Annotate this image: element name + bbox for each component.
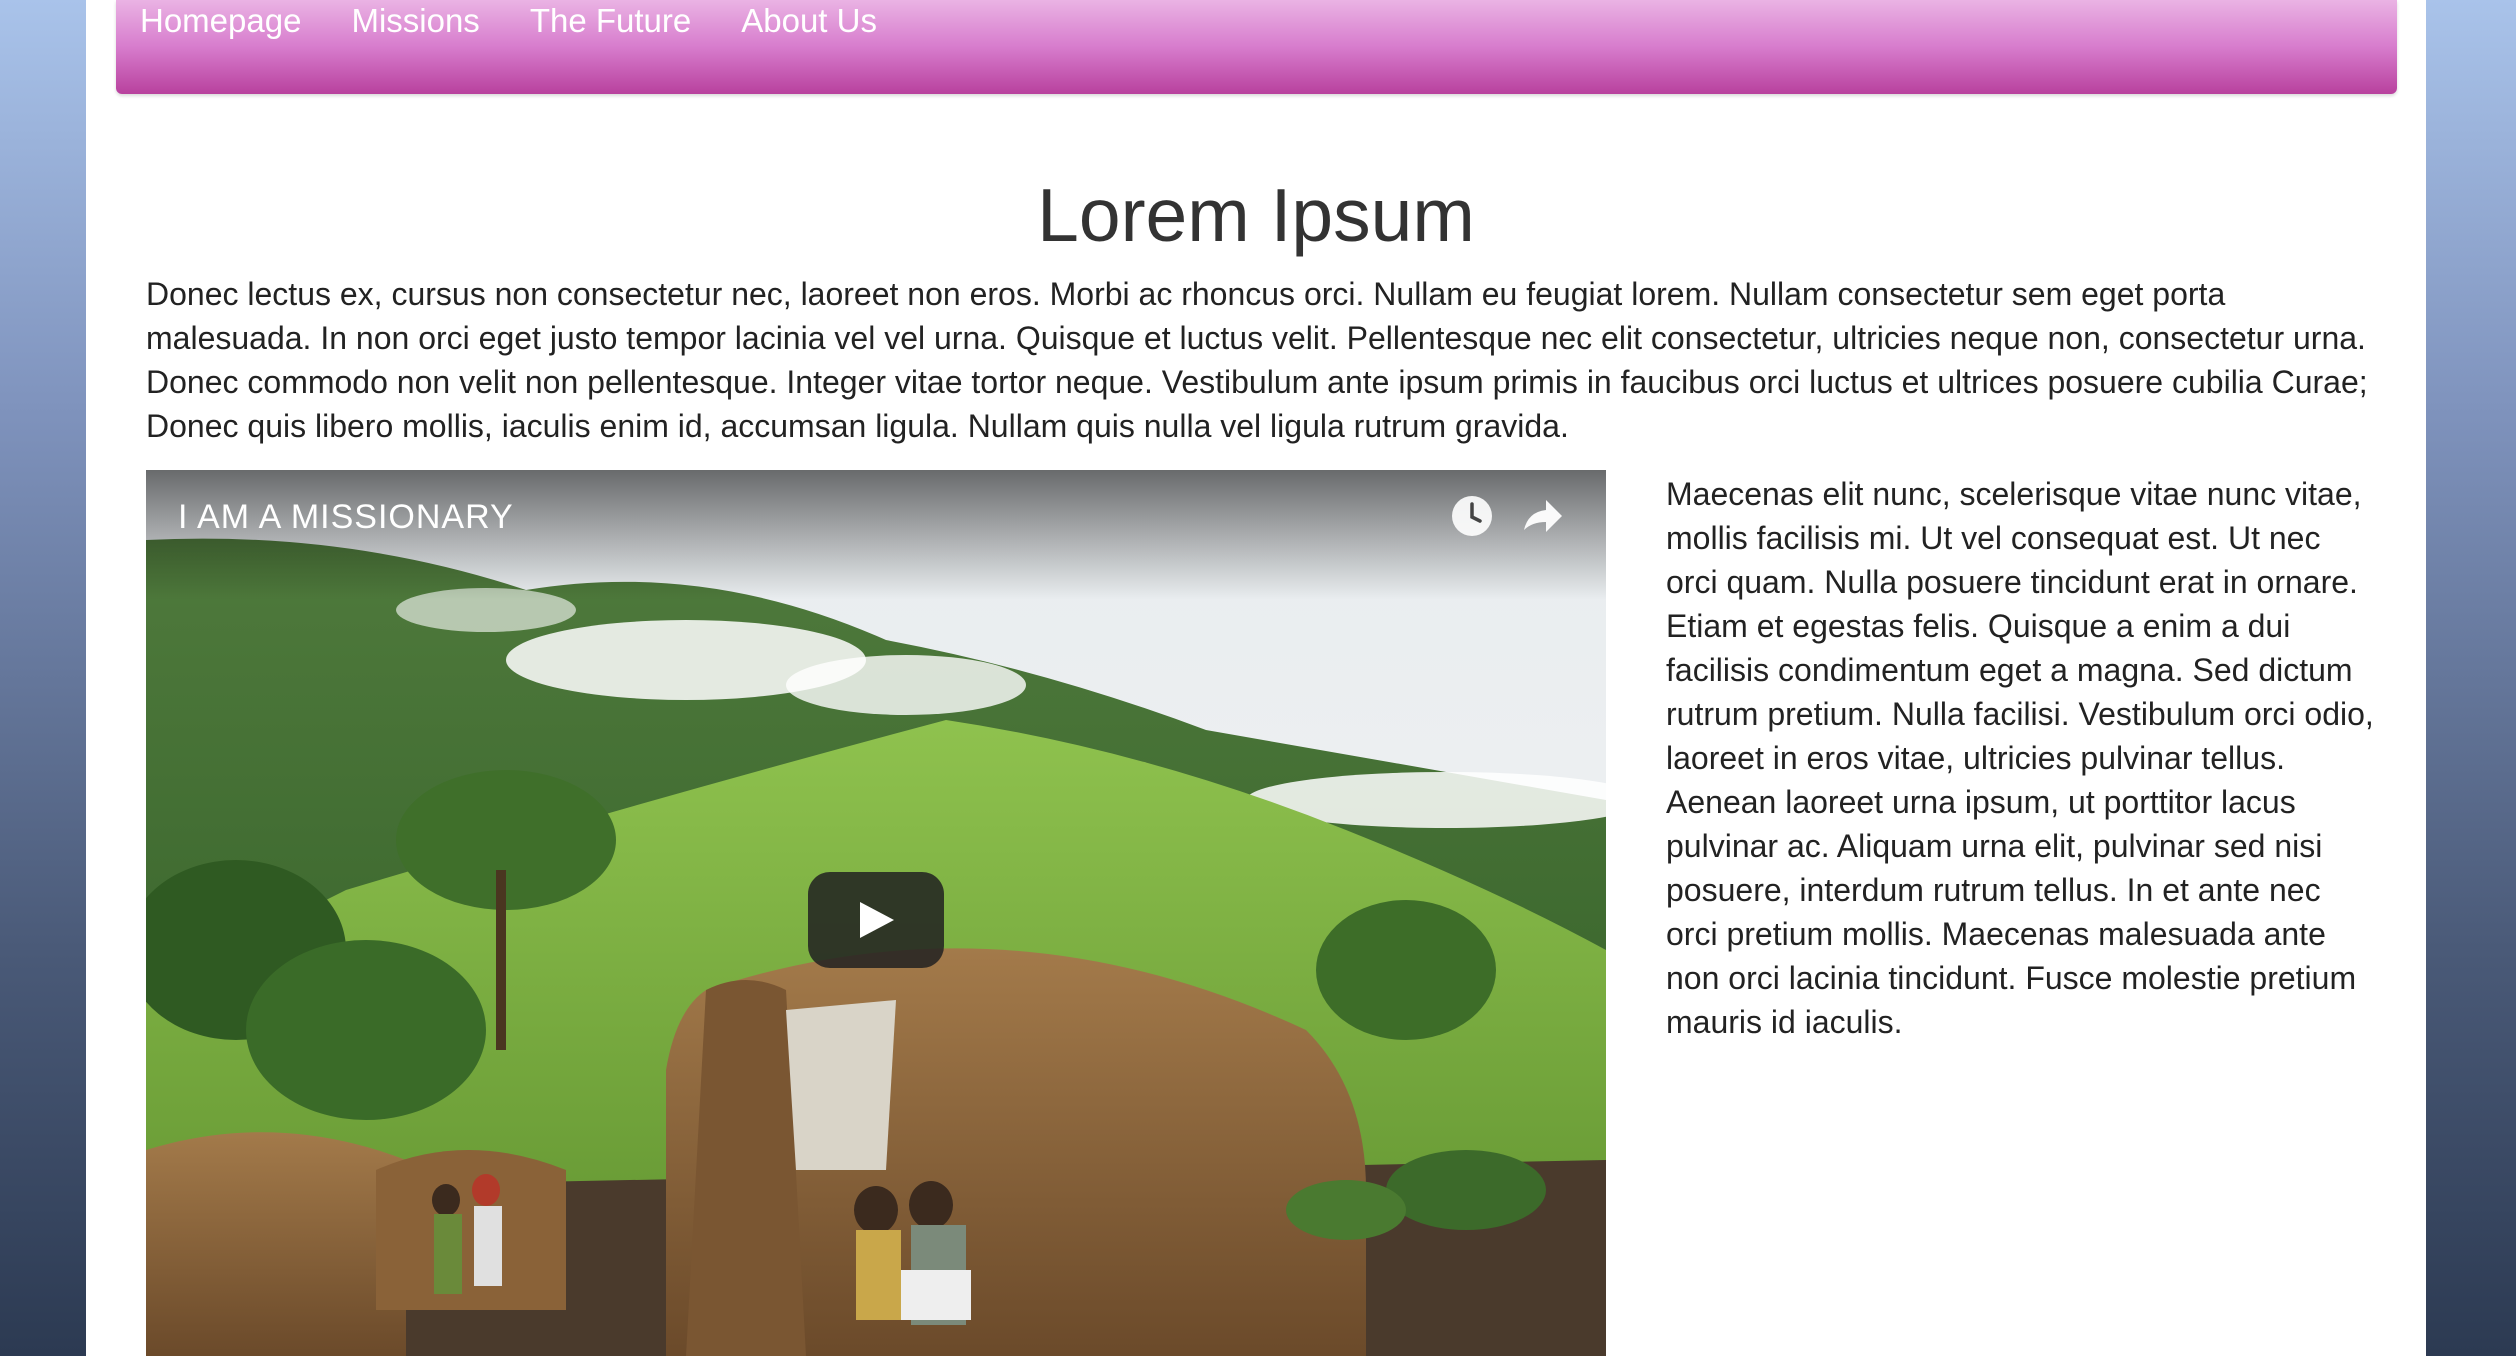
nav-link-homepage[interactable]: Homepage [140,2,301,40]
top-navbar: Homepage Missions The Future About Us [116,0,2397,94]
nav-link-missions[interactable]: Missions [351,2,479,40]
video-title[interactable]: I AM A MISSIONARY [178,498,514,537]
share-icon[interactable] [1518,492,1566,540]
video-player[interactable]: I AM A MISSIONARY [146,470,1606,1356]
page-container: Homepage Missions The Future About Us Lo… [86,0,2426,1356]
nav-link-about-us[interactable]: About Us [741,2,877,40]
side-paragraph: Maecenas elit nunc, scelerisque vitae nu… [1666,476,2374,1040]
clock-icon[interactable] [1448,492,1496,540]
play-button[interactable] [808,872,944,968]
page-title: Lorem Ipsum [1037,173,1475,257]
intro-paragraph: Donec lectus ex, cursus non consectetur … [146,276,2368,444]
play-icon [860,902,894,938]
nav-link-the-future[interactable]: The Future [530,2,691,40]
nav-list: Homepage Missions The Future About Us [140,0,877,42]
